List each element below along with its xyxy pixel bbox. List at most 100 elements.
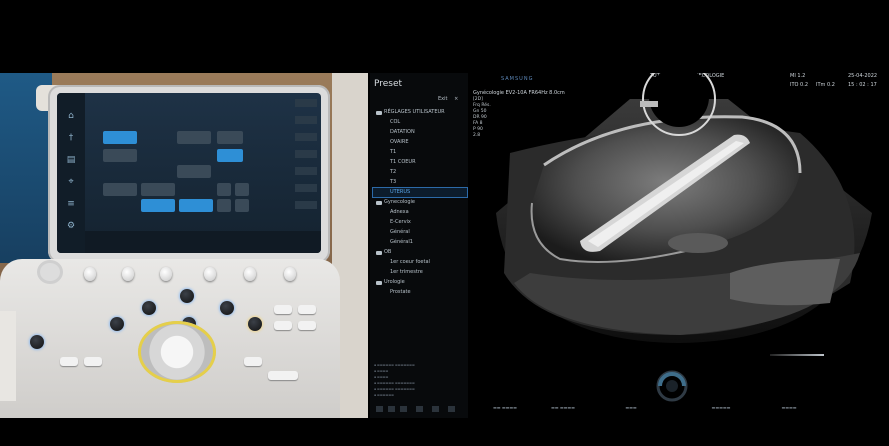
- softkey-label[interactable]: ▬▬▬▬▬: [696, 405, 746, 410]
- function-key: [244, 357, 262, 366]
- toolbar-icon[interactable]: [388, 406, 395, 412]
- report-icon: ≡: [67, 199, 75, 209]
- trackball: [138, 321, 216, 383]
- toolbar-icon[interactable]: [416, 406, 423, 412]
- tgc-knob: [204, 267, 216, 281]
- preset-footer-line: ▪ ▬▬▬▬▬▬ ▬▬▬▬▬▬▬: [374, 381, 415, 385]
- home-icon: ⌂: [68, 111, 74, 121]
- measure-icon: ⌖: [68, 177, 74, 187]
- ultrasound-image: [496, 73, 872, 343]
- function-key: [268, 371, 298, 380]
- preset-item[interactable]: 1er trimestre: [390, 269, 423, 275]
- preset-item[interactable]: 1er coeur foetal: [390, 259, 430, 265]
- doc-icon: ▤: [66, 155, 76, 165]
- freeze-key: [30, 335, 44, 349]
- preset-group-ob[interactable]: OB: [384, 249, 391, 255]
- toolbar-icon[interactable]: [376, 406, 383, 412]
- touch-panel-values: [295, 99, 317, 218]
- exit-label: Exit: [438, 96, 448, 102]
- control-console: [0, 259, 340, 418]
- tgc-knob: [84, 267, 96, 281]
- preset-footer-line: ▪ ▬▬▬▬: [374, 369, 389, 373]
- toolbar-icon[interactable]: [448, 406, 455, 412]
- folder-icon: [376, 251, 382, 255]
- function-key: [84, 357, 102, 366]
- mode-key: [142, 301, 156, 315]
- touch-panel-sidebar: ⌂ † ▤ ⌖ ≡ ⚙: [57, 93, 85, 253]
- function-key: [274, 321, 292, 330]
- preset-title: Preset: [374, 79, 403, 89]
- touch-button: [177, 131, 211, 144]
- function-key: [60, 357, 78, 366]
- exit-button[interactable]: Exit ×: [438, 96, 458, 102]
- mode-key: [220, 301, 234, 315]
- touch-button: [141, 199, 175, 212]
- touch-button: [179, 199, 213, 212]
- preset-group-reglages[interactable]: RÉGLAGES UTILISATEUR: [384, 109, 445, 115]
- preset-item[interactable]: Prostate: [390, 289, 411, 295]
- close-icon: ×: [454, 96, 459, 102]
- console-photo: ⌂ † ▤ ⌖ ≡ ⚙: [0, 73, 368, 418]
- toolbar-icon[interactable]: [400, 406, 407, 412]
- preset-selection-highlight: [372, 187, 468, 198]
- preset-item[interactable]: DATATION: [390, 129, 415, 135]
- tgc-knob: [122, 267, 134, 281]
- folder-icon: [376, 201, 382, 205]
- preset-item-selected[interactable]: UTERUS: [390, 189, 410, 195]
- preset-footer-line: ▪ ▬▬▬▬▬▬ ▬▬▬▬▬▬▬: [374, 363, 415, 367]
- function-key: [298, 305, 316, 314]
- preset-footer-line: ▪ ▬▬▬▬: [374, 375, 389, 379]
- tgc-knob: [284, 267, 296, 281]
- preset-item[interactable]: COL: [390, 119, 400, 125]
- preset-item[interactable]: OVAIRE: [390, 139, 408, 145]
- function-key: [298, 321, 316, 330]
- touch-button: [217, 183, 231, 196]
- preset-item[interactable]: T1: [390, 149, 396, 155]
- softkey-label[interactable]: ▬▬▬▬: [764, 405, 814, 410]
- touch-button: [235, 183, 249, 196]
- mode-key: [110, 317, 124, 331]
- tgc-knob: [160, 267, 172, 281]
- touch-button: [217, 199, 231, 212]
- touch-button: [235, 199, 249, 212]
- mode-key: [180, 289, 194, 303]
- preset-footer-line: ▪ ▬▬▬▬▬▬ ▬▬▬▬▬▬▬: [374, 387, 415, 391]
- orientation-marker: [640, 101, 658, 107]
- folder-icon: [376, 111, 382, 115]
- touch-panel-footer: [85, 231, 321, 253]
- preset-item[interactable]: T3: [390, 179, 396, 185]
- touch-button: [141, 183, 175, 196]
- touch-button: [103, 149, 137, 162]
- touch-button: [217, 149, 243, 162]
- softkey-label[interactable]: ▬▬ ▬▬▬▬: [480, 405, 530, 410]
- softkey-label[interactable]: ▬▬ ▬▬▬▬: [538, 405, 588, 410]
- ultrasound-display: SAMSUNG TUTORIEL 3D - GYNECOLOGIE MI 1.2…: [470, 73, 889, 418]
- gear-icon: ⚙: [66, 221, 76, 231]
- gel-holder: [40, 263, 60, 281]
- bottom-letterbox: [0, 418, 889, 446]
- softkey-label[interactable]: ▬▬▬: [606, 405, 656, 410]
- preset-item[interactable]: T2: [390, 169, 396, 175]
- gray-scale-bar: [770, 354, 824, 356]
- preset-group-gynecologie[interactable]: Gynecologie: [384, 199, 415, 205]
- top-letterbox: [0, 0, 889, 73]
- cervix: [668, 233, 728, 253]
- touch-panel-screen: ⌂ † ▤ ⌖ ≡ ⚙: [57, 93, 321, 253]
- preset-item[interactable]: Général1: [390, 239, 413, 245]
- touch-panel: ⌂ † ▤ ⌖ ≡ ⚙: [48, 85, 330, 263]
- folder-icon: [376, 281, 382, 285]
- preset-item[interactable]: Adnexa: [390, 209, 409, 215]
- measure-key: [248, 317, 262, 331]
- touch-button: [177, 165, 211, 178]
- tgc-knob: [244, 267, 256, 281]
- toolbar-icon[interactable]: [432, 406, 439, 412]
- pin-icon: †: [68, 133, 74, 143]
- preset-item[interactable]: T1 COEUR: [390, 159, 416, 165]
- preset-panel: Preset Exit × RÉGLAGES UTILISATEUR COL D…: [370, 73, 468, 418]
- touch-button: [103, 131, 137, 144]
- function-key: [274, 305, 292, 314]
- touch-button: [103, 183, 137, 196]
- preset-item[interactable]: E-Cervix: [390, 219, 411, 225]
- preset-group-urologie[interactable]: Urologie: [384, 279, 405, 285]
- preset-item[interactable]: Général: [390, 229, 410, 235]
